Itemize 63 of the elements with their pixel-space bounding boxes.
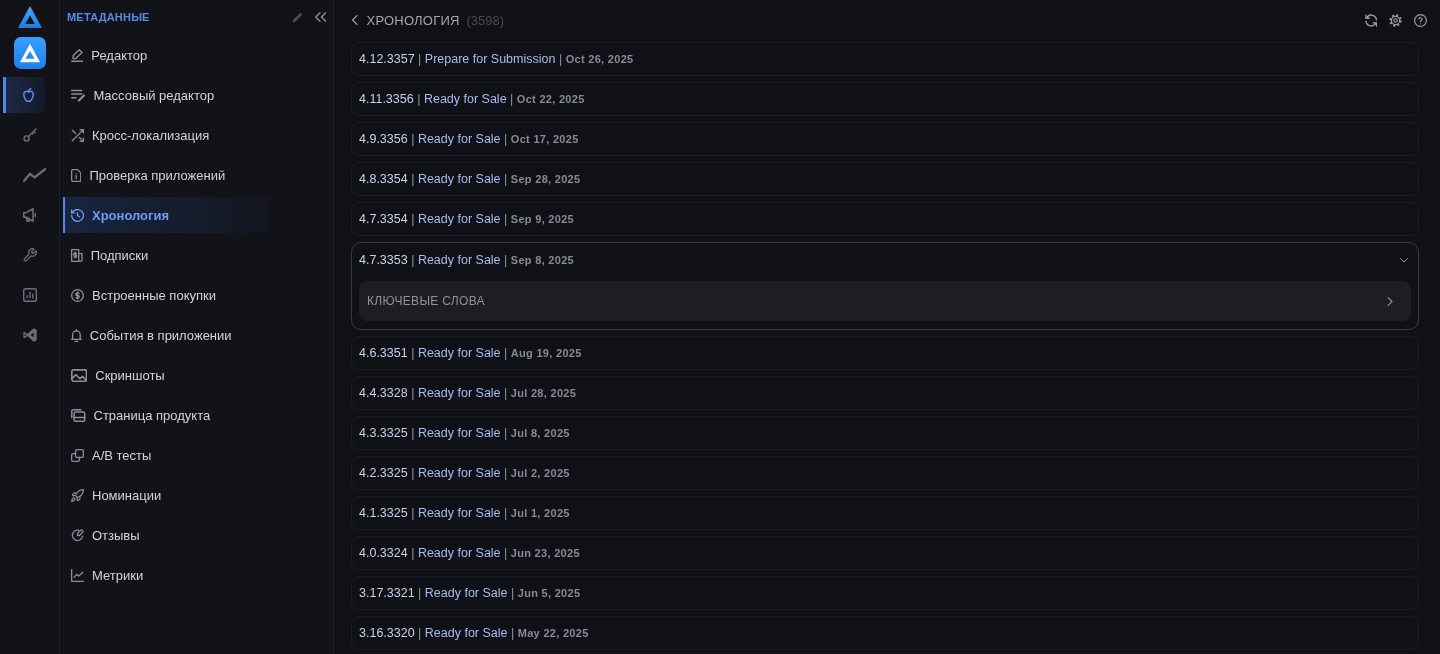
list-edit-icon [71,88,86,102]
history-icon [71,208,84,222]
dollar-coin-icon [71,288,84,302]
version-row[interactable]: 4.6.3351 | Ready for Sale | Aug 19, 2025 [351,336,1419,370]
version-row[interactable]: 4.11.3356 | Ready for Sale | Oct 22, 2025 [351,82,1419,116]
rail-nav-button[interactable] [3,77,45,113]
version-row[interactable]: 3.17.3321 | Ready for Sale | Jun 5, 2025 [351,576,1419,610]
version-row[interactable]: 4.1.3325 | Ready for Sale | Jul 1, 2025 [351,496,1419,530]
bar-chart-icon [23,288,37,302]
bowtie-icon [23,328,37,342]
bell-icon [71,328,82,342]
sidebar-item[interactable]: Редактор [63,37,270,73]
version-row[interactable]: 4.3.3325 | Ready for Sale | Jul 8, 2025 [351,416,1419,450]
app-icon[interactable] [14,37,46,69]
collapse-icon[interactable] [314,12,326,22]
sidebar-item[interactable]: Хронология [63,197,270,233]
version-row[interactable]: 4.12.3357 | Prepare for Submission | Oct 26, 2025 [351,42,1419,76]
sidebar-item[interactable]: Подписки [63,237,270,273]
sidebar-item[interactable]: Массовый редактор [63,77,270,113]
trend-line-icon [23,168,47,182]
image-icon [71,368,88,382]
key-icon [23,128,37,142]
help-icon[interactable] [1414,13,1427,27]
receipt-icon [71,248,83,262]
version-row[interactable]: 3.16.3320 | Ready for Sale | May 22, 2025 [351,616,1419,650]
overlapping-squares-icon [71,448,84,462]
back-icon[interactable] [352,15,358,25]
version-row[interactable]: 4.7.3353 | Ready for Sale | Sep 8, 2025 [359,243,1411,277]
shuffle-icon [71,128,84,142]
version-row[interactable]: 4.0.3324 | Ready for Sale | Jun 23, 2025 [351,536,1419,570]
settings-icon[interactable] [1389,13,1402,27]
chevron-down-icon [1400,257,1408,263]
sidebar-item[interactable]: Отзывы [63,517,270,553]
sidebar-item[interactable]: Проверка приложений [63,157,270,193]
logo-icon[interactable] [17,5,43,29]
document-icon [71,168,82,182]
sidebar-item[interactable]: Страница продукта [63,397,270,433]
page-title: ХРОНОЛОГИЯ [366,12,460,28]
sidebar-item[interactable]: Встроенные покупки [63,277,270,313]
version-row[interactable]: 4.7.3354 | Ready for Sale | Sep 9, 2025 [351,202,1419,236]
megaphone-icon [23,208,37,222]
version-row[interactable]: 4.8.3354 | Ready for Sale | Sep 28, 2025 [351,162,1419,196]
sidebar-item[interactable]: Скриншоты [63,357,270,393]
version-row[interactable]: 4.4.3328 | Ready for Sale | Jul 28, 2025 [351,376,1419,410]
sidebar-item[interactable]: Метрики [63,557,270,593]
line-chart-icon [71,568,84,582]
sidebar-item[interactable]: A/B тесты [63,437,270,473]
section-link[interactable]: КЛЮЧЕВЫЕ СЛОВА [359,281,1411,321]
pencil-icon [71,48,84,62]
sidebar-item[interactable]: Кросс-локализация [63,117,270,153]
chevron-right-icon [1387,296,1393,306]
sidebar-item[interactable]: События в приложении [63,317,270,353]
sidebar-item[interactable]: Номинации [63,477,270,513]
version-row[interactable]: 4.2.3325 | Ready for Sale | Jul 2, 2025 [351,456,1419,490]
refresh-icon[interactable] [1364,13,1377,27]
version-row[interactable]: 4.9.3356 | Ready for Sale | Oct 17, 2025 [351,122,1419,156]
comment-edit-icon [71,528,84,542]
section-title: МЕТАДАННЫЕ [67,11,151,23]
wrench-icon [23,248,37,262]
rocket-icon [71,488,84,502]
item-count: (3598) [466,12,505,28]
apple-icon [23,88,35,102]
stacked-pages-icon [71,408,86,422]
